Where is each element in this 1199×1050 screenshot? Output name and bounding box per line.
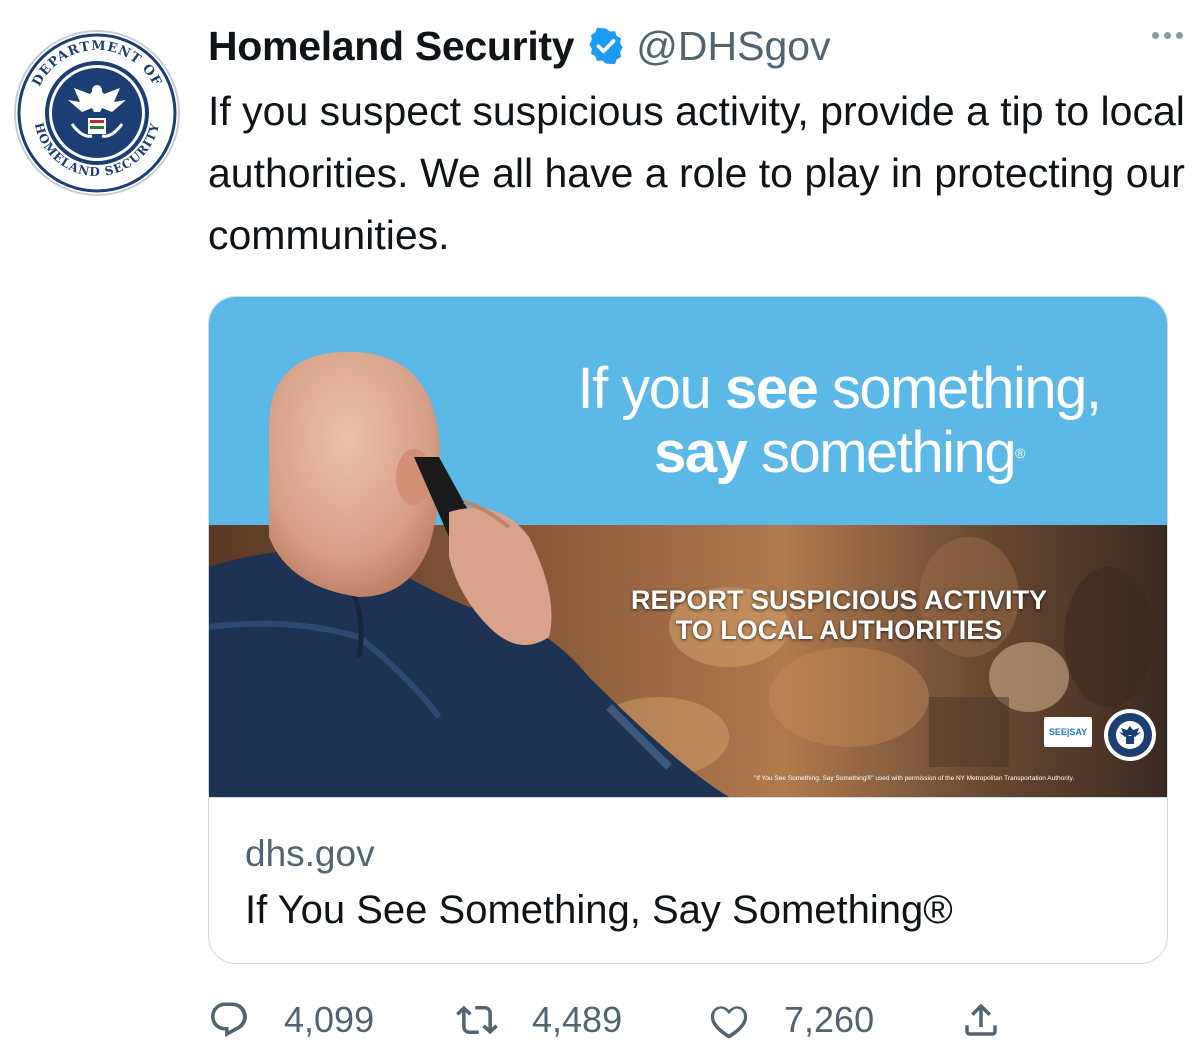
like-button[interactable]: 7,260 [708,990,874,1050]
dhs-seal-icon: DEPARTMENT OF HOMELAND SECURITY [14,30,180,196]
more-options-icon[interactable] [1147,20,1187,50]
retweet-count: 4,489 [532,999,623,1040]
dhs-mini-seal-icon [1104,709,1156,761]
author-handle[interactable]: @DHSgov [636,23,830,70]
card-meta[interactable]: dhs.gov If You See Something, Say Someth… [209,797,1167,963]
author-display-name[interactable]: Homeland Security [208,23,575,70]
tweet-text: If you suspect suspicious activity, prov… [208,88,1185,258]
see-say-logo: SEE|SAY [1044,717,1092,747]
tweet-actions: 4,099 4,489 7,260 [208,990,1028,1050]
reply-icon [211,1002,247,1037]
heart-icon [710,1006,748,1039]
card-image-fine-print: "If You See Something, Say Something®" u… [754,775,1075,782]
like-count: 7,260 [784,999,875,1040]
link-card[interactable]: If you see something, say something® REP… [208,296,1168,964]
share-icon [965,1003,997,1036]
share-button[interactable] [960,990,1002,1050]
tweet-header: Homeland Security @DHSgov [208,16,1159,76]
card-image[interactable]: If you see something, say something® REP… [209,297,1167,797]
card-domain: dhs.gov [245,833,375,874]
card-image-report-text: REPORT SUSPICIOUS ACTIVITY TO LOCAL AUTH… [630,585,1048,645]
verified-badge-icon [586,26,626,66]
card-title: If You See Something, Say Something® [245,888,953,932]
retweet-button[interactable]: 4,489 [456,990,622,1050]
card-image-headline: If you see something, say something® [577,356,1102,485]
reply-button[interactable]: 4,099 [208,990,374,1050]
avatar[interactable]: DEPARTMENT OF HOMELAND SECURITY [12,28,182,198]
retweet-icon [456,1005,498,1035]
reply-count: 4,099 [284,999,375,1040]
